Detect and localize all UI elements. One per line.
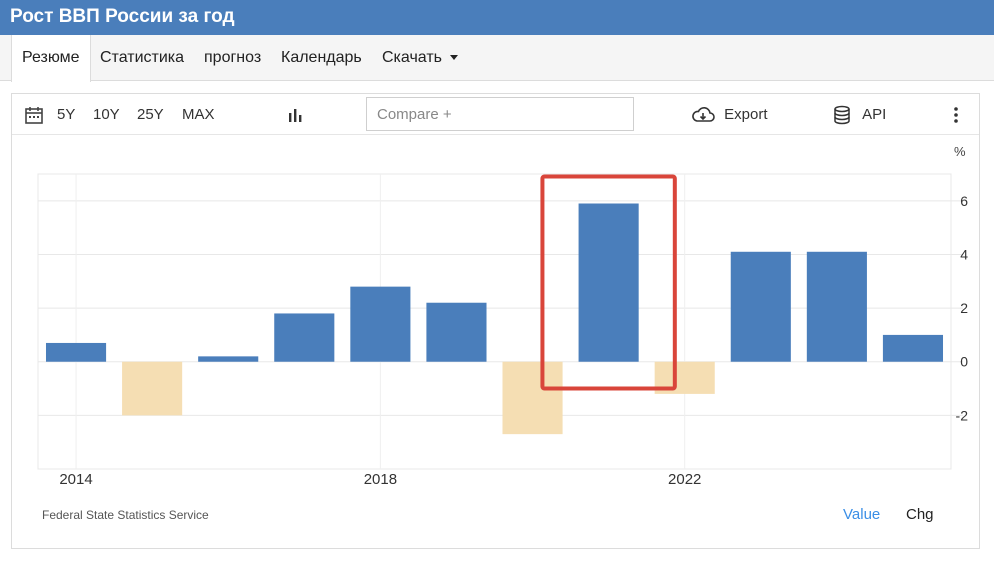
range-max-button[interactable]: MAX: [182, 94, 215, 135]
api-button[interactable]: API: [832, 94, 886, 135]
export-button[interactable]: Export: [690, 94, 768, 135]
bar-2018[interactable]: [350, 286, 411, 362]
bar-2025[interactable]: [882, 334, 944, 362]
tab-statistics[interactable]: Статистика: [90, 35, 194, 81]
chart-area: -2 0 2 4 6 2014 2018 2022 %: [37, 144, 969, 488]
title-bar: Рост ВВП России за год: [0, 0, 994, 35]
chg-toggle[interactable]: Chg: [906, 506, 934, 523]
bar-2019[interactable]: [426, 302, 487, 362]
tab-download[interactable]: Скачать: [372, 35, 468, 81]
export-label: Export: [724, 106, 768, 123]
x-tick-label: 2018: [364, 471, 397, 488]
range-25y-button[interactable]: 25Y: [137, 94, 164, 135]
tab-summary[interactable]: Резюме: [11, 35, 91, 82]
y-tick-label: 2: [960, 300, 968, 316]
tab-forecast[interactable]: прогноз: [194, 35, 271, 81]
y-tick-label: 0: [960, 354, 968, 370]
bar-2016[interactable]: [198, 356, 259, 362]
api-label: API: [862, 106, 887, 123]
y-tick-label: -2: [956, 407, 969, 423]
x-tick-label: 2022: [668, 471, 701, 488]
unit-label: %: [954, 144, 966, 159]
y-tick-label: 4: [960, 246, 968, 262]
bar-2015[interactable]: [122, 361, 183, 416]
page-title: Рост ВВП России за год: [10, 6, 235, 27]
compare-input[interactable]: [366, 97, 634, 131]
bar-2023[interactable]: [730, 251, 791, 362]
chart-toolbar: 5Y 10Y 25Y MAX Export: [12, 94, 979, 135]
bar-2024[interactable]: [806, 251, 867, 362]
x-tick-label: 2014: [59, 471, 92, 488]
chart-panel: 5Y 10Y 25Y MAX Export: [11, 93, 980, 549]
range-5y-button[interactable]: 5Y: [57, 94, 75, 135]
tab-calendar[interactable]: Календарь: [271, 35, 372, 81]
calendar-icon[interactable]: [24, 94, 44, 135]
bar-chart-icon[interactable]: [286, 94, 304, 135]
bar-2014[interactable]: [45, 342, 107, 362]
tab-download-label: Скачать: [382, 49, 442, 66]
value-toggle[interactable]: Value: [843, 506, 880, 523]
source-label: Federal State Statistics Service: [42, 508, 209, 522]
caret-down-icon: [450, 55, 458, 61]
bar-2020[interactable]: [502, 361, 563, 435]
bar-2021[interactable]: [578, 203, 639, 362]
bar-2017[interactable]: [274, 313, 335, 362]
database-icon: [834, 105, 850, 125]
range-10y-button[interactable]: 10Y: [93, 94, 120, 135]
cloud-download-icon: [692, 107, 715, 122]
more-options-icon[interactable]: [953, 94, 959, 135]
y-tick-label: 6: [960, 193, 968, 209]
nav-tabs: Резюме Статистика прогноз Календарь Скач…: [0, 35, 994, 82]
